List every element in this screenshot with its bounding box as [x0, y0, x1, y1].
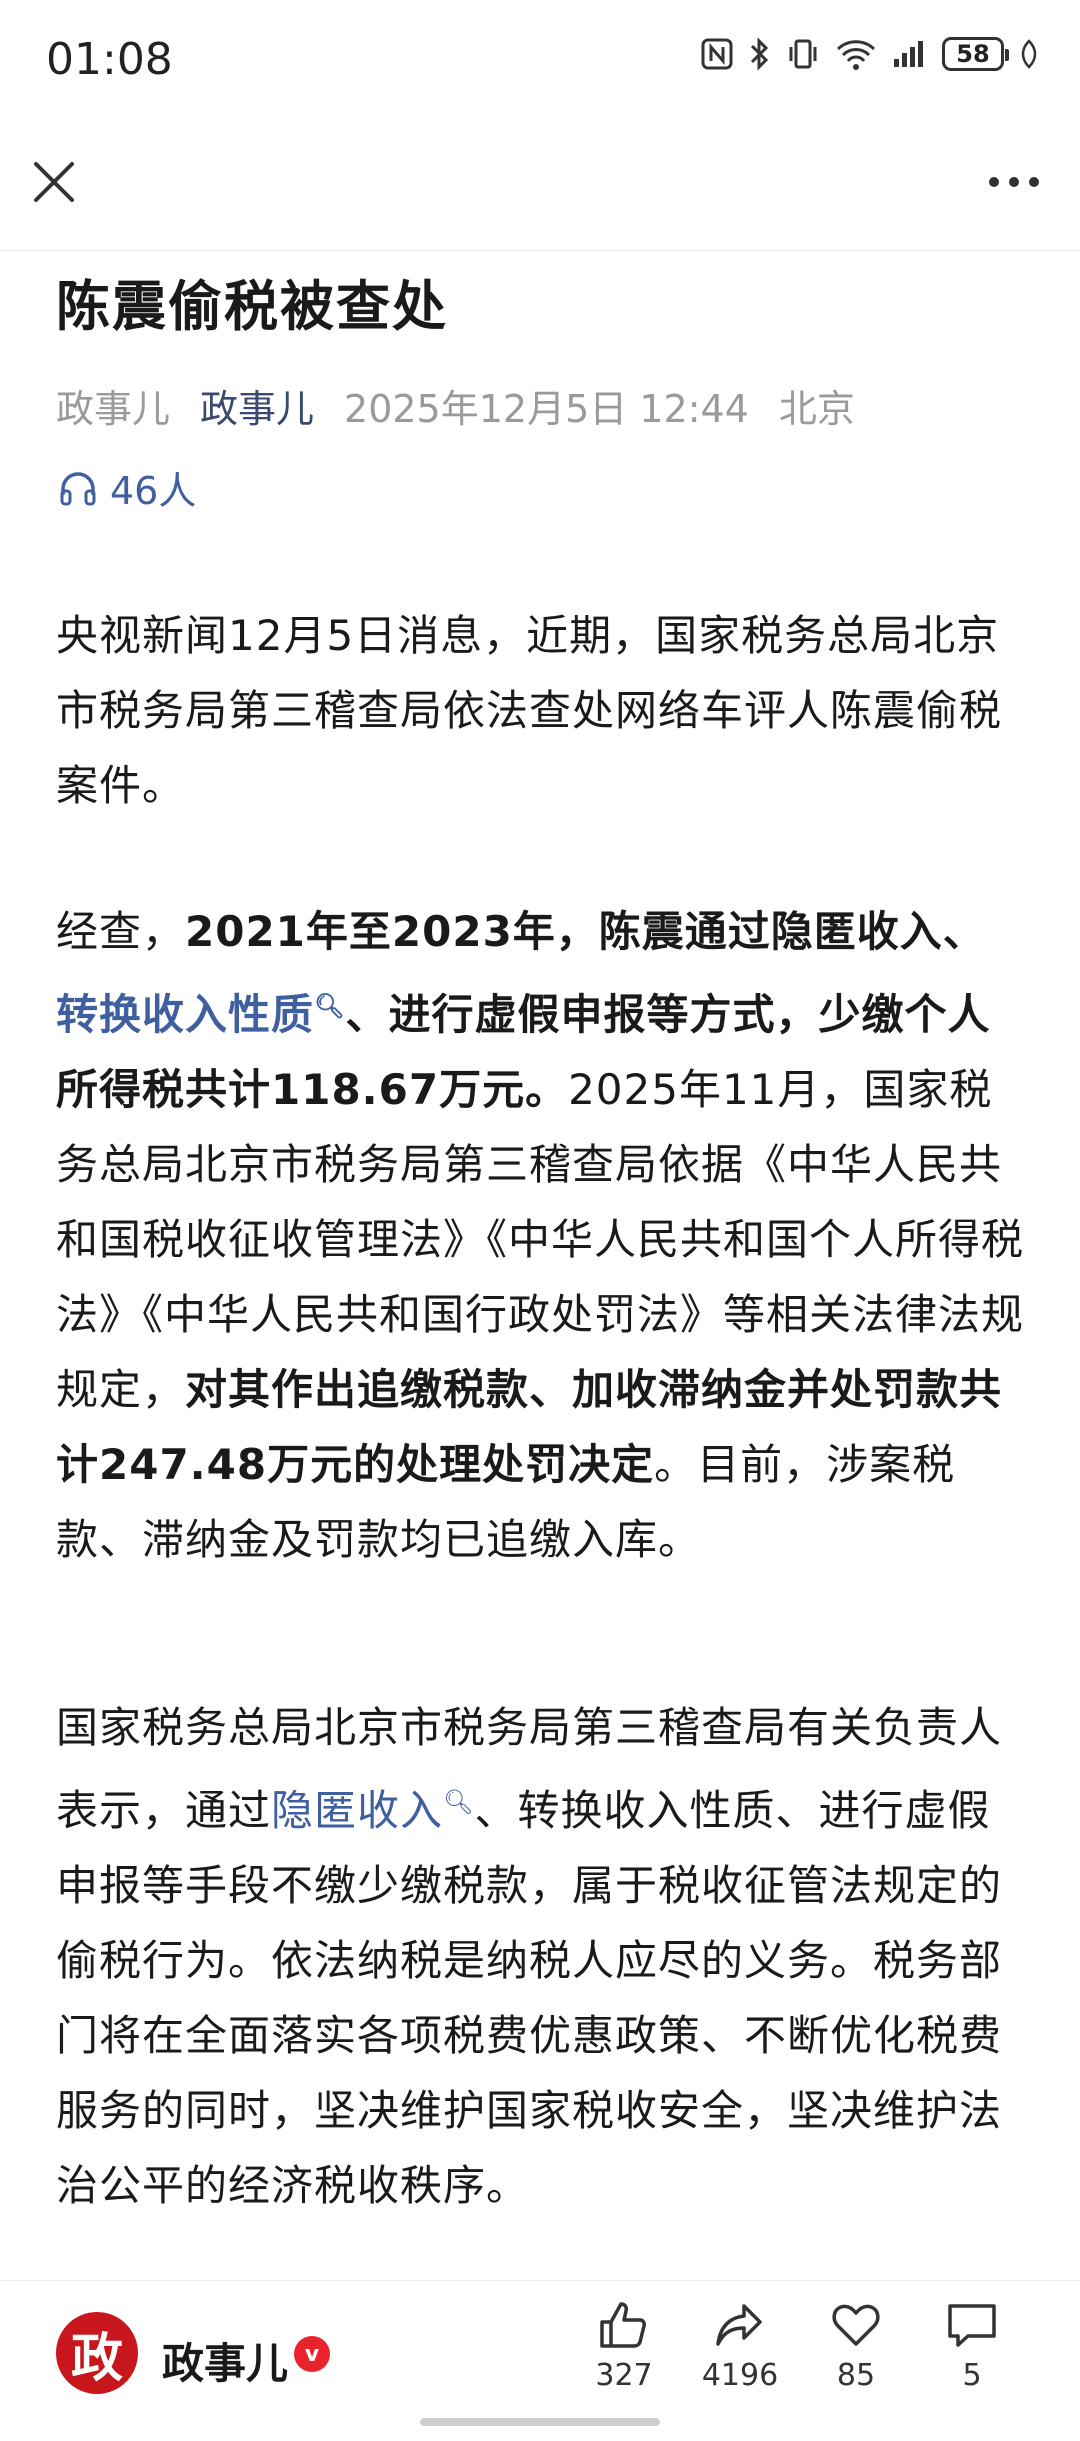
share-button[interactable]: 4196 — [680, 2300, 800, 2393]
favorite-button[interactable]: 85 — [796, 2300, 916, 2393]
thumbs-up-icon — [600, 2302, 646, 2348]
search-icon: 🔍︎ — [443, 1788, 475, 1816]
signal-icon — [894, 41, 923, 67]
battery-icon: 58 — [942, 37, 1009, 71]
status-time: 01:08 — [46, 34, 173, 85]
paragraph-2: 经查，2021年至2023年，陈震通过隐匿收入、转换收入性质🔍︎、进行虚假申报等… — [56, 894, 1024, 1577]
listener-count: 46人 — [110, 469, 197, 513]
wifi-icon — [836, 40, 876, 70]
p2-text-1: 经查， — [56, 907, 186, 956]
article-source: 政事儿 — [56, 387, 171, 431]
comment-icon — [948, 2304, 996, 2347]
headphones-icon — [60, 471, 96, 505]
leaf-icon — [1021, 39, 1037, 69]
home-indicator[interactable] — [420, 2418, 660, 2426]
search-icon: 🔍︎ — [314, 992, 346, 1020]
article-meta: 政事儿 政事儿 2025年12月5日 12:44 北京 — [56, 378, 855, 433]
p2-text-2: 2025年11月，国家税务总局北京市税务局第三稽查局依据《中华人民共和国税收征收… — [56, 1065, 1025, 1414]
heart-icon — [832, 2304, 880, 2346]
p3-link-text: 隐匿收入 — [271, 1786, 444, 1835]
close-icon[interactable] — [30, 158, 78, 206]
listen-button[interactable]: 46人 — [58, 460, 196, 515]
comment-count: 5 — [962, 2358, 982, 2393]
paragraph-3: 国家税务总局北京市税务局第三稽查局有关负责人表示，通过隐匿收入🔍︎、转换收入性质… — [56, 1690, 1024, 2223]
vibrate-icon — [789, 39, 817, 69]
status-bar: 01:08 58 — [0, 0, 1080, 120]
top-nav-bar — [0, 120, 1080, 251]
like-count: 327 — [595, 2358, 653, 2393]
p2-bold-1: 2021年至2023年，陈震通过隐匿收入、 — [185, 907, 986, 956]
comment-button[interactable]: 5 — [912, 2300, 1032, 2393]
author-link[interactable]: 政事儿 — [200, 378, 314, 433]
search-term-link-hide-income[interactable]: 隐匿收入🔍︎ — [271, 1786, 474, 1835]
like-button[interactable]: 327 — [564, 2300, 684, 2393]
nfc-icon — [701, 38, 733, 70]
search-term-link-convert-income[interactable]: 转换收入性质🔍︎ — [56, 990, 345, 1039]
article-title: 陈震偷税被查处 — [56, 275, 448, 338]
account-avatar[interactable]: 政 — [56, 2312, 138, 2394]
publish-location: 北京 — [778, 387, 855, 431]
verified-badge: v — [294, 2336, 330, 2372]
p3-text-2: 、转换收入性质、进行虚假申报等手段不缴少缴税款，属于税收征管法规定的偷税行为。依… — [56, 1786, 1003, 2210]
paragraph-1: 央视新闻12月5日消息，近期，国家税务总局北京市税务局第三稽查局依法查处网络车评… — [56, 611, 1003, 810]
account-name[interactable]: 政事儿 — [162, 2330, 288, 2391]
share-icon — [716, 2304, 762, 2346]
p2-link-text: 转换收入性质 — [56, 990, 315, 1039]
share-count: 4196 — [701, 2358, 779, 2393]
status-icons: 58 — [700, 36, 1040, 72]
publish-datetime: 2025年12月5日 12:44 — [344, 387, 749, 431]
favorite-count: 85 — [836, 2358, 876, 2393]
bluetooth-icon — [750, 37, 769, 71]
more-options-icon[interactable] — [986, 172, 1042, 192]
